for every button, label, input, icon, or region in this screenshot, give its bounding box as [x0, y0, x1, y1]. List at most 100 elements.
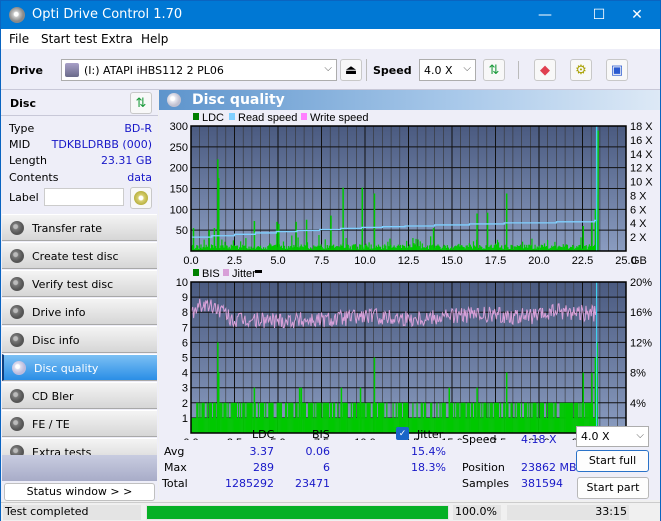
bis-bar	[543, 417, 546, 433]
bis-spike	[594, 357, 597, 433]
bis-bar	[544, 417, 547, 433]
jitter-checkbox[interactable]: ✓	[396, 427, 409, 440]
bis-bar	[480, 417, 482, 433]
start-full-button[interactable]: Start full	[576, 450, 649, 472]
ldc-bar	[341, 245, 343, 251]
nav-item-verify-test-disc[interactable]: Verify test disc	[2, 270, 157, 297]
nav-item-cd-bler[interactable]: CD Bler	[2, 382, 157, 409]
disc-label-button[interactable]	[130, 187, 152, 209]
start-part-button[interactable]: Start part	[577, 477, 649, 499]
bis-bar	[478, 402, 480, 433]
settings-button[interactable]: ⚙	[570, 59, 592, 81]
legend-label: BIS	[202, 268, 220, 280]
save-button[interactable]: ▣	[606, 59, 628, 81]
nav-item-disc-quality[interactable]: Disc quality	[2, 354, 157, 381]
bis-bar	[288, 402, 290, 433]
drive-select[interactable]: (I:) ATAPI iHBS112 2 PL06 ⌵	[61, 59, 337, 81]
bis-bar	[346, 402, 348, 433]
bis-bar	[209, 402, 211, 433]
nav-item-drive-info[interactable]: Drive info	[2, 298, 157, 325]
bis-bar	[279, 402, 281, 433]
ldc-bar	[303, 244, 305, 251]
bis-bar	[304, 402, 306, 433]
ldc-bar	[562, 244, 564, 251]
eject-button[interactable]: ⏏	[340, 59, 362, 81]
disc-gear-icon	[10, 305, 24, 319]
bis-bar	[539, 402, 541, 433]
y-tick-right: 6 X	[630, 204, 647, 216]
bis-bar	[470, 402, 472, 433]
ldc-bar	[495, 244, 498, 251]
bis-bar	[375, 402, 377, 433]
bis-bar	[510, 402, 512, 433]
nav-item-create-test-disc[interactable]: Create test disc	[2, 242, 157, 269]
disc-label-input[interactable]	[44, 188, 124, 206]
app-disc-icon	[9, 7, 25, 23]
bis-bar	[293, 417, 295, 433]
bis-bar	[567, 402, 570, 433]
bis-bar	[538, 417, 540, 433]
bis-bar	[291, 402, 293, 433]
nav-item-label: CD Bler	[32, 390, 74, 403]
ldc-bar	[541, 244, 543, 251]
disc-length-value: 23.31 GB	[100, 154, 152, 167]
ldc-bar	[366, 245, 368, 251]
ldc-spike	[217, 178, 220, 251]
bis-bar	[465, 417, 467, 433]
close-button[interactable]: ✕	[614, 1, 660, 29]
disc-refresh-button[interactable]: ⇅	[130, 92, 152, 114]
bis-bar	[295, 402, 297, 433]
menu-start-test[interactable]: Start test	[41, 32, 97, 46]
bis-spike	[340, 387, 343, 433]
nav-item-transfer-rate[interactable]: Transfer rate	[2, 214, 157, 241]
nav-item-label: Create test disc	[32, 250, 119, 263]
test-speed-select[interactable]: 4.0 X ⌵	[576, 426, 649, 447]
status-window-button[interactable]: Status window > >	[4, 483, 155, 501]
bis-bar	[308, 402, 311, 433]
bis-bar	[561, 402, 563, 433]
ldc-bar	[458, 243, 460, 251]
ldc-spike	[361, 187, 364, 251]
bis-bar	[388, 417, 390, 433]
nav-item-disc-info[interactable]: Disc info	[2, 326, 157, 353]
ldc-bar	[331, 245, 334, 251]
ldc-bar	[304, 245, 306, 251]
menu-extra[interactable]: Extra	[101, 32, 133, 46]
avg-bis-value: 0.06	[305, 445, 331, 458]
menu-help[interactable]: Help	[141, 32, 168, 46]
x-tick: 0.0	[183, 437, 198, 440]
bis-bar	[509, 417, 511, 433]
minimize-button[interactable]: —	[522, 1, 568, 29]
ldc-bar	[196, 244, 198, 251]
ldc-bar	[547, 240, 549, 251]
ldc-bar	[415, 238, 417, 251]
y-tick-right: 12%	[630, 337, 652, 349]
menu-file[interactable]: File	[9, 32, 29, 46]
ldc-bar	[406, 240, 408, 251]
app-window: Opti Drive Control 1.70 — ☐ ✕ File Start…	[0, 0, 661, 521]
bis-bar	[521, 417, 524, 433]
ldc-bar	[413, 243, 415, 251]
ldc-bar	[430, 236, 432, 251]
legend-swatch	[301, 113, 307, 120]
bis-bar	[353, 402, 356, 433]
chevron-down-icon: ⌵	[463, 63, 471, 74]
bis-bar	[550, 402, 552, 433]
bis-bar	[215, 402, 217, 433]
bis-bar	[337, 402, 339, 433]
ldc-bar	[384, 244, 386, 251]
bis-bar	[342, 402, 344, 433]
bis-bar	[554, 402, 556, 433]
bis-bar	[334, 402, 336, 433]
nav-item-fe-te[interactable]: FE / TE	[2, 410, 157, 437]
bis-bar	[548, 402, 550, 433]
ldc-bar	[351, 245, 353, 251]
bis-bar	[204, 417, 206, 433]
refresh-button[interactable]: ⇅	[483, 59, 505, 81]
erase-button[interactable]: ◆	[534, 59, 556, 81]
x-tick: 7.5	[314, 255, 329, 267]
bis-bar	[446, 417, 448, 433]
bis-bar	[381, 402, 383, 433]
speed-select[interactable]: 4.0 X ⌵	[419, 59, 476, 81]
disc-gear-icon	[10, 221, 24, 235]
